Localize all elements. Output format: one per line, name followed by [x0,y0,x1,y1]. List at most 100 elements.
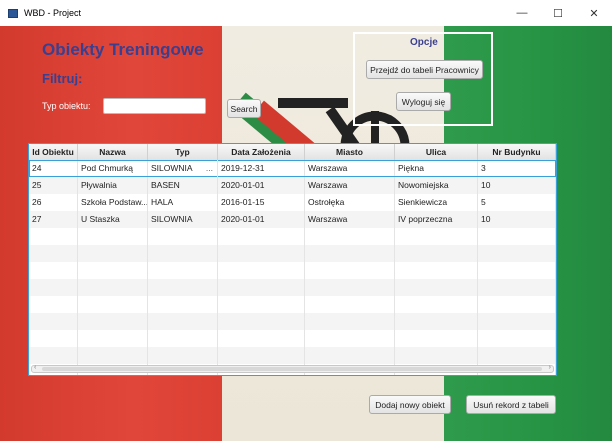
table-cell [305,262,395,279]
table-cell [395,245,478,262]
table-cell [78,296,148,313]
table-cell: Warszawa [305,211,395,228]
table-row[interactable] [29,228,556,245]
table-cell [148,296,218,313]
table-cell [148,330,218,347]
table-cell [218,296,305,313]
table-cell [478,262,556,279]
table-cell [305,347,395,364]
table-cell [218,279,305,296]
table-cell [395,313,478,330]
table-cell [218,347,305,364]
table-cell [478,279,556,296]
table-cell: BASEN [148,177,218,194]
table-cell [78,313,148,330]
page-title: Obiekty Treningowe [42,40,204,59]
column-header[interactable]: Nazwa [78,144,148,160]
table-cell [478,296,556,313]
table-cell [78,228,148,245]
type-label: Typ obiektu: [42,101,91,111]
table-row[interactable] [29,347,556,364]
table-row[interactable] [29,245,556,262]
table-cell: 25 [29,177,78,194]
table-cell [305,245,395,262]
maximize-button[interactable]: ☐ [540,0,576,26]
minimize-button[interactable]: — [504,0,540,26]
table-row[interactable] [29,296,556,313]
table-row[interactable]: 24 Pod Chmurką SILOWNIA... 2019-12-31 Warsza… [29,160,556,177]
table-cell [478,228,556,245]
table-row[interactable] [29,313,556,330]
table-cell: 27 [29,211,78,228]
table-cell: 2016-01-15 [218,194,305,211]
horizontal-scrollbar[interactable]: ‹ › [31,364,554,373]
objects-table[interactable]: Id Obiektu Nazwa Typ Data Założenia Miasto Ul… [28,143,557,376]
table-body: 24 Pod Chmurką SILOWNIA... 2019-12-31 Warsza… [29,160,556,375]
table-cell: 24 [29,160,78,177]
table-cell: U Staszka [78,211,148,228]
table-cell: 2019-12-31 [218,160,305,177]
table-cell [305,313,395,330]
filter-heading: Filtruj: [42,71,83,86]
table-row[interactable] [29,262,556,279]
table-row[interactable]: 26 Szkoła Podstaw... HALA 2016-01-15 Ostrołę… [29,194,556,211]
table-cell: Warszawa [305,160,395,177]
table-cell: SILOWNIA [148,211,218,228]
title-bar: WBD - Project — ☐ ✕ [0,0,612,26]
table-cell [478,347,556,364]
table-cell [218,313,305,330]
close-button[interactable]: ✕ [576,0,612,26]
table-cell: Szkoła Podstaw... [78,194,148,211]
table-cell [218,228,305,245]
table-cell: Warszawa [305,177,395,194]
table-cell: Pod Chmurką [78,160,148,177]
table-cell [395,262,478,279]
table-cell: 10 [478,211,556,228]
column-header[interactable]: Ulica [395,144,478,160]
table-cell: Ostrołęka [305,194,395,211]
type-input[interactable] [103,98,206,114]
main-stage: Obiekty Treningowe Filtruj: Typ obiektu:… [0,26,612,441]
table-cell [395,296,478,313]
table-cell [305,228,395,245]
table-cell [29,262,78,279]
column-header[interactable]: Typ [148,144,218,160]
table-cell [148,228,218,245]
table-cell: HALA [148,194,218,211]
table-cell: 2020-01-01 [218,177,305,194]
scroll-right-icon[interactable]: › [549,364,551,371]
table-cell: 3 [478,160,556,177]
table-cell [78,330,148,347]
table-cell [29,228,78,245]
table-row[interactable] [29,279,556,296]
table-cell: SILOWNIA... [148,160,218,177]
column-header[interactable]: Id Obiektu [29,144,78,160]
scroll-left-icon[interactable]: ‹ [34,364,36,371]
go-to-employees-button[interactable]: Przejdź do tabeli Pracownicy [366,60,483,79]
table-cell [478,245,556,262]
table-cell [29,347,78,364]
table-row[interactable]: 25 Pływalnia BASEN 2020-01-01 Warszawa Nowomi… [29,177,556,194]
table-cell [305,279,395,296]
logout-button[interactable]: Wyloguj się [396,92,451,111]
column-header[interactable]: Miasto [305,144,395,160]
table-cell [148,347,218,364]
delete-record-button[interactable]: Usuń rekord z tabeli [466,395,556,414]
table-cell [29,313,78,330]
column-header[interactable]: Nr Budynku [478,144,556,160]
table-cell [148,279,218,296]
table-cell [218,330,305,347]
options-title: Opcje [410,37,438,48]
search-button[interactable]: Search [227,99,261,118]
add-new-object-button[interactable]: Dodaj nowy obiekt [369,395,451,414]
window-title: WBD - Project [24,8,82,18]
table-cell [305,296,395,313]
table-row[interactable]: 27 U Staszka SILOWNIA 2020-01-01 Warszawa IV … [29,211,556,228]
table-cell: 26 [29,194,78,211]
scrollbar-thumb[interactable] [42,367,542,371]
column-header[interactable]: Data Założenia [218,144,305,160]
table-cell: IV poprzeczna [395,211,478,228]
table-cell: 2020-01-01 [218,211,305,228]
table-row[interactable] [29,330,556,347]
table-cell: Nowomiejska [395,177,478,194]
